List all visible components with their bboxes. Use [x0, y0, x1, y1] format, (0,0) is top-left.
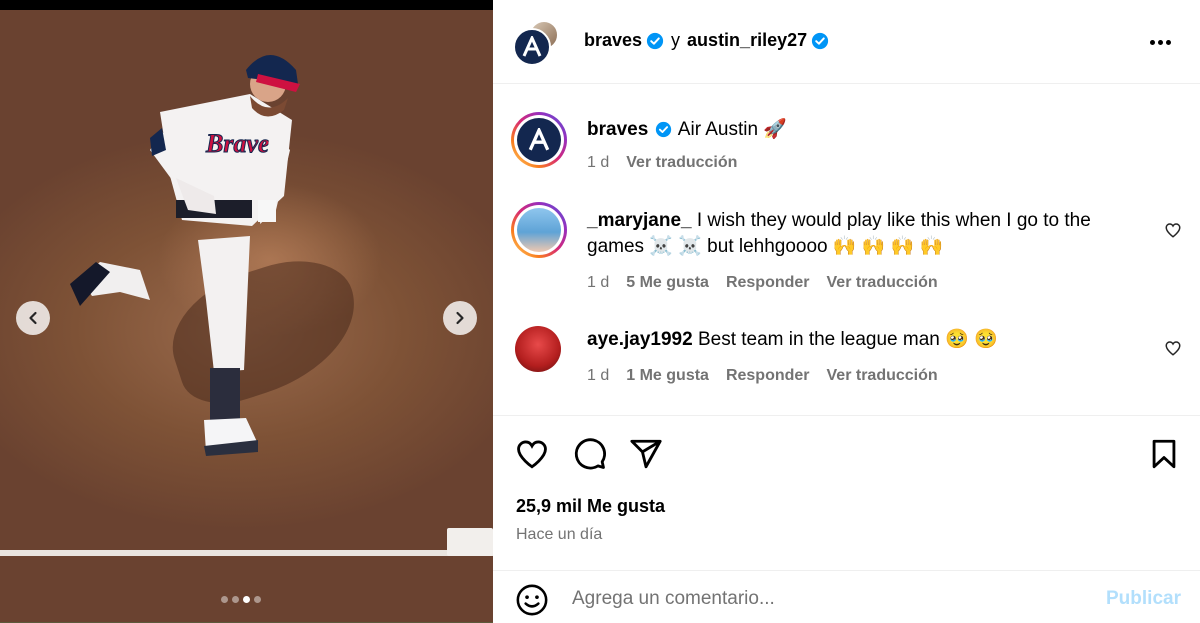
publish-button[interactable]: Publicar	[1106, 588, 1181, 610]
comment-username[interactable]: _maryjane_	[587, 210, 692, 231]
baseball-player-illustration: Braves	[70, 55, 300, 456]
carousel-dot	[232, 596, 239, 603]
comment-time[interactable]: 1 d	[587, 274, 609, 292]
comment-body-line2: games ☠️ ☠️ but lehhgoooo 🙌 🙌 🙌 🙌	[587, 236, 944, 257]
chevron-right-icon	[456, 311, 464, 325]
more-icon	[1165, 39, 1171, 45]
heart-icon[interactable]	[1164, 339, 1182, 357]
caption-time[interactable]: 1 d	[587, 154, 609, 172]
comment-meta: 1 d 1 Me gusta Responder Ver traducción	[587, 367, 938, 385]
post-details-panel: braves y austin_riley27 braves Air Austi…	[493, 0, 1200, 623]
caption-meta: 1 d Ver traducción	[587, 154, 737, 172]
commenter-avatar[interactable]	[511, 202, 567, 258]
carousel-next-button[interactable]	[443, 301, 477, 335]
heart-icon[interactable]	[1164, 221, 1182, 239]
verified-icon	[646, 32, 664, 49]
comment-likes-count[interactable]: 5 Me gusta	[626, 274, 709, 292]
braves-logo-icon	[528, 128, 550, 151]
caption-translate-link[interactable]: Ver traducción	[626, 154, 737, 172]
post-timestamp: Hace un día	[516, 526, 603, 543]
likes-count[interactable]: 25,9 mil Me gusta	[516, 496, 665, 517]
braves-avatar[interactable]	[513, 28, 551, 66]
bookmark-icon[interactable]	[1147, 437, 1181, 471]
share-icon[interactable]	[629, 437, 663, 471]
heart-icon[interactable]	[515, 437, 549, 471]
comments-section: braves Air Austin 🚀 1 d Ver traducción _…	[493, 85, 1200, 415]
commenter-avatar[interactable]	[515, 326, 561, 372]
coauthor-username[interactable]: austin_riley27	[687, 30, 807, 51]
caption-avatar[interactable]	[511, 112, 567, 168]
post-actions: 25,9 mil Me gusta Hace un día	[493, 415, 1200, 561]
caption-body: Air Austin	[677, 119, 759, 140]
comment-likes-count[interactable]: 1 Me gusta	[626, 367, 709, 385]
comment-text-line2: games ☠️ ☠️ but lehhgoooo 🙌 🙌 🙌 🙌	[587, 234, 943, 260]
comment-body-line1: I wish they would play like this when I …	[696, 210, 1091, 231]
comment-text: aye.jay1992 Best team in the league man …	[587, 327, 998, 353]
emoji-icon[interactable]	[515, 583, 549, 617]
comment-icon[interactable]	[573, 437, 607, 471]
caption-text: braves Air Austin 🚀	[587, 117, 787, 143]
verified-icon	[655, 122, 671, 138]
more-icon	[1157, 39, 1163, 45]
caption-username[interactable]: braves	[587, 119, 648, 140]
more-icon	[1149, 39, 1155, 45]
comment-text: _maryjane_ I wish they would play like t…	[587, 208, 1091, 234]
more-options-button[interactable]	[1145, 30, 1175, 54]
author-username[interactable]: braves	[584, 30, 642, 51]
post-media[interactable]: Braves	[0, 0, 493, 623]
comment-meta: 1 d 5 Me gusta Responder Ver traducción	[587, 274, 938, 292]
braves-logo-icon	[522, 36, 542, 57]
comment-composer: Publicar	[493, 570, 1200, 623]
carousel-indicator	[221, 596, 261, 603]
carousel-dot-active	[243, 596, 250, 603]
translate-link[interactable]: Ver traducción	[827, 367, 938, 385]
comment-body-line1: Best team in the league man 🥹 🥹	[697, 329, 998, 350]
post-header: braves y austin_riley27	[493, 0, 1200, 84]
chevron-left-icon	[29, 311, 37, 325]
carousel-dot	[254, 596, 261, 603]
verified-icon	[812, 32, 829, 49]
collab-avatars[interactable]	[513, 20, 563, 68]
coauthor-joiner: y	[671, 30, 681, 50]
post-authors: braves y austin_riley27	[584, 30, 829, 51]
comment-time[interactable]: 1 d	[587, 367, 609, 385]
rocket-emoji: 🚀	[763, 119, 788, 140]
comment-input[interactable]	[572, 585, 1072, 613]
comment-username[interactable]: aye.jay1992	[587, 329, 693, 350]
reply-button[interactable]: Responder	[726, 367, 810, 385]
carousel-dot	[221, 596, 228, 603]
translate-link[interactable]: Ver traducción	[827, 274, 938, 292]
carousel-previous-button[interactable]	[16, 301, 50, 335]
reply-button[interactable]: Responder	[726, 274, 810, 292]
